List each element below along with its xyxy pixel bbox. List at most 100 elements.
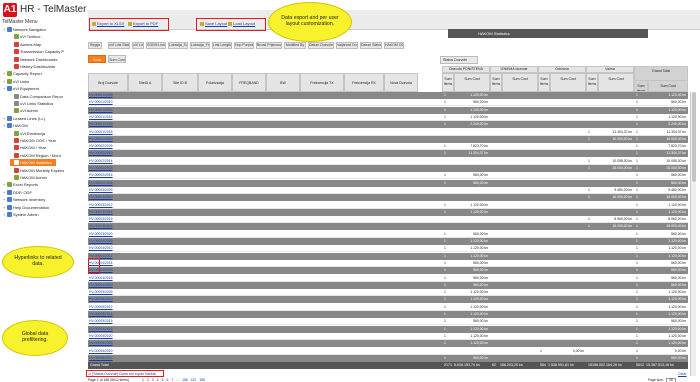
table-row[interactable]: HV-00002/201518411890V82879887736False11… bbox=[88, 165, 688, 172]
table-row[interactable]: HV-00002/201022332233V13281311012880Fals… bbox=[88, 150, 688, 158]
permit-link[interactable]: HV-00005/2010 bbox=[89, 296, 127, 303]
table-row[interactable]: HV-00003/201222122288V18717745,518755,5F… bbox=[88, 201, 688, 209]
table-row[interactable]: HV-00005/200921612172V18717741,518751,5F… bbox=[88, 289, 688, 297]
permit-link[interactable]: HV-00001/2010 bbox=[89, 99, 127, 106]
table-row[interactable]: HV-00002/200918131769V13141283413099Fals… bbox=[88, 143, 688, 151]
vertical-scrollbar[interactable] bbox=[690, 92, 696, 376]
group-chip[interactable]: Datum Dozvole bbox=[308, 42, 334, 49]
table-row[interactable]: HV-00003/201030443012V82879167879False11… bbox=[88, 194, 688, 202]
table-row[interactable]: HV-00001/201418531713V181417751,518761,5… bbox=[88, 113, 688, 121]
column-header-cell[interactable]: FREQBAND bbox=[232, 73, 266, 92]
clear-filter-link[interactable]: Clear bbox=[678, 372, 687, 376]
group-chip[interactable]: Link Length bbox=[212, 42, 232, 49]
page-link[interactable]: 2 bbox=[147, 378, 149, 382]
permit-link[interactable]: HV-00006/2009 bbox=[89, 340, 127, 347]
sub-column-header[interactable]: Sum Cost bbox=[648, 80, 688, 92]
group-chip[interactable]: uVi Link bbox=[132, 42, 144, 49]
permit-link[interactable]: HV-00002/2010 bbox=[89, 150, 127, 157]
permit-link[interactable]: HV-00004/2020 bbox=[89, 282, 127, 289]
permit-link[interactable]: HV-00002/2016 bbox=[89, 172, 127, 179]
table-row[interactable]: HV-00004/201532903287V23722179,523187,5F… bbox=[88, 267, 688, 275]
table-row[interactable]: HV-00005/202032242882V13712999,513265,5F… bbox=[88, 332, 688, 340]
permit-link[interactable]: HV-00003/2012 bbox=[89, 202, 127, 209]
table-row[interactable]: HV-00003/201431102114V18717745,518755,5F… bbox=[88, 208, 688, 216]
permit-link[interactable]: HV-00006/2010 bbox=[89, 348, 127, 355]
group-chip[interactable]: Lokacija_To bbox=[168, 42, 188, 49]
sub-column-header[interactable]: Sum Items bbox=[634, 80, 648, 92]
permit-link[interactable]: HV-00003/2020 bbox=[89, 231, 127, 238]
sub-column-header[interactable]: Sum Items bbox=[538, 73, 550, 92]
permit-link[interactable]: HV-00005/2012 bbox=[89, 304, 127, 311]
table-row[interactable]: HV-00004/201418701889V18718725,517715,5F… bbox=[88, 259, 688, 267]
permit-link[interactable]: HV-00001/2014 bbox=[89, 114, 127, 121]
table-row[interactable]: HV-00001/201220382388V18718725,517715,5F… bbox=[88, 106, 688, 114]
sidebar-item[interactable]: History Dashboards bbox=[10, 63, 55, 70]
table-row[interactable]: HV-00004/201022152286V18717745,518755,5F… bbox=[88, 245, 688, 253]
page-link[interactable]: 187 bbox=[191, 378, 197, 382]
permit-link[interactable]: HV-00002/2014 bbox=[89, 158, 127, 165]
permit-link[interactable]: HV-00001/2018 bbox=[89, 129, 127, 136]
page-link[interactable]: 186 bbox=[182, 378, 188, 382]
sidebar-item[interactable]: + Leased Lines (LL) bbox=[3, 115, 45, 122]
column-header-cell[interactable]: Site ID B bbox=[162, 73, 198, 92]
group-chip[interactable]: Valjanost Dozvole bbox=[336, 42, 358, 49]
group-chip[interactable]: Datum Slabosa bbox=[360, 42, 382, 49]
sidebar-item[interactable]: Alarms Map bbox=[10, 41, 41, 48]
sum-cost-tab[interactable]: Sum Cost bbox=[108, 55, 126, 63]
page-link[interactable]: 1 bbox=[142, 378, 144, 382]
sidebar-item[interactable]: + Network Inventory bbox=[3, 196, 45, 203]
table-row[interactable]: HV-00004/200921882285V18717745,518755,5F… bbox=[88, 238, 688, 245]
sidebar-item[interactable]: Transmission Capacity P bbox=[10, 48, 64, 55]
sidebar-item[interactable]: uVi Links Statistics bbox=[10, 100, 53, 107]
table-row[interactable]: HV-00005/201531703183V18718725,517715,5F… bbox=[88, 318, 688, 326]
sidebar-item[interactable]: Network Dashboards bbox=[10, 56, 57, 63]
permit-link[interactable]: HV-00001/2020 bbox=[89, 136, 127, 143]
sidebar-item[interactable]: uVi Toolbox bbox=[10, 33, 41, 40]
sub-column-header[interactable]: Sum Items bbox=[442, 73, 454, 92]
sidebar-item[interactable]: + HAKOM bbox=[3, 122, 28, 129]
page-link[interactable]: 3 bbox=[152, 378, 154, 382]
table-row[interactable]: HV-00005/201021822183V18717741,518751,5F… bbox=[88, 296, 688, 304]
table-row[interactable]: HV-00005/201220112019V18717745,518755,5F… bbox=[88, 303, 688, 311]
column-header-cell[interactable]: Nova Dozvola bbox=[384, 73, 418, 92]
sidebar-item[interactable]: + Network Navigator bbox=[3, 26, 46, 33]
column-header-cell[interactable]: Frekvencija TX bbox=[300, 73, 344, 92]
table-row[interactable]: HV-00001/202026082920V82868486988False11… bbox=[88, 135, 688, 143]
sub-column-header[interactable]: Sum Cost bbox=[550, 73, 586, 92]
column-header-cell[interactable]: BW bbox=[266, 73, 300, 92]
group-chip[interactable]: Modified By bbox=[284, 42, 306, 49]
permit-link[interactable]: HV-00003/2014 bbox=[89, 209, 127, 216]
table-row[interactable]: HV-00006/200922512214V18717745,518755,5F… bbox=[88, 340, 688, 348]
status-dozvole-dropdown[interactable]: Status Dozvole bbox=[440, 56, 478, 64]
sidebar-item[interactable]: Data Comparison Repor bbox=[10, 93, 63, 100]
group-chip[interactable]: SGEM Link bbox=[146, 42, 166, 49]
table-row[interactable]: HV-00006/201221822243V18718725,517715,5F… bbox=[88, 354, 688, 362]
column-header-cell[interactable]: Broj Dozvole bbox=[88, 73, 128, 92]
permit-link[interactable]: HV-00003/2009 bbox=[89, 187, 127, 194]
column-header-cell[interactable]: Polarizacija bbox=[198, 73, 232, 92]
table-row[interactable]: HV-00001/201021882342H18717745,518755,5F… bbox=[88, 99, 688, 107]
sidebar-item[interactable]: HAKOM / Year bbox=[10, 144, 46, 151]
permit-link[interactable]: HV-00002/2015 bbox=[89, 165, 127, 172]
sidebar-item[interactable]: + System Admin bbox=[3, 211, 39, 218]
permit-link[interactable]: HV-00005/2009 bbox=[89, 289, 127, 296]
sub-column-header[interactable]: Sum Cost bbox=[454, 73, 490, 92]
group-chip[interactable]: Broad Prijenosa bbox=[256, 42, 282, 49]
permit-link[interactable]: HV-00001/2012 bbox=[89, 107, 127, 114]
sum-items-tab[interactable]: Sum Items bbox=[88, 55, 106, 70]
page-link[interactable]: 188 bbox=[199, 378, 205, 382]
group-chip[interactable]: Lokacija_Fr bbox=[190, 42, 210, 49]
group-chip[interactable]: HAKOM OD bbox=[384, 42, 404, 49]
table-row[interactable]: HV-00001/201523932272V3873788438648False… bbox=[88, 121, 688, 129]
page-link[interactable]: ... bbox=[176, 378, 179, 382]
table-row[interactable]: HV-00002/201833813381V23142238623397Fals… bbox=[88, 179, 688, 187]
sidebar-item[interactable]: + DDF/ ODF bbox=[3, 189, 32, 196]
page-link[interactable]: 5 bbox=[162, 378, 164, 382]
column-header-cell[interactable]: SiteID A bbox=[128, 73, 162, 92]
sub-column-header[interactable]: Sum Items bbox=[490, 73, 502, 92]
table-row[interactable]: HV-00004/202028842846V23723216,522174,5F… bbox=[88, 281, 688, 289]
sub-column-header[interactable]: Sum Items bbox=[586, 73, 598, 92]
page-link[interactable]: 7 bbox=[171, 378, 173, 382]
table-row[interactable]: HV-00003/201530083054V82879327886False18… bbox=[88, 216, 688, 224]
sidebar-item[interactable]: uVi Admin bbox=[10, 107, 38, 114]
